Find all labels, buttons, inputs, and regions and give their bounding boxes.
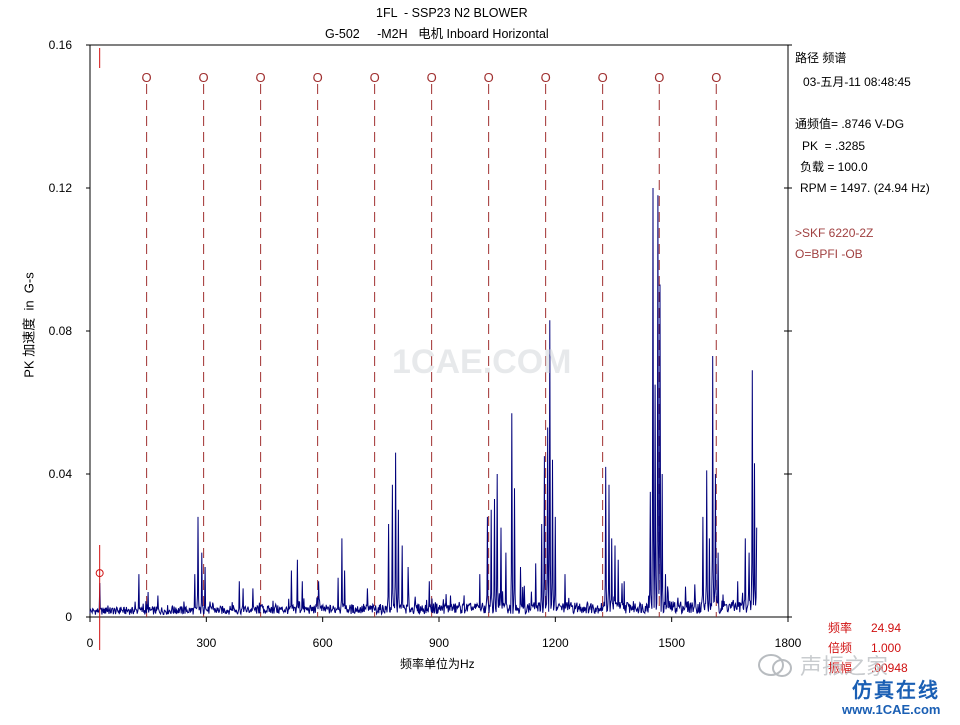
info-route: 路径 频谱 bbox=[795, 51, 847, 65]
cursor-marker bbox=[95, 48, 104, 650]
readout-freq-value: 24.94 bbox=[871, 621, 902, 635]
x-tick-label: 1800 bbox=[775, 636, 802, 650]
fault-frequency-marker: O bbox=[142, 70, 152, 85]
chart-title-line1: 1FL - SSP23 N2 BLOWER bbox=[376, 6, 528, 20]
y-tick-label: 0.08 bbox=[49, 324, 73, 338]
watermark-site: www.1CAE.com bbox=[842, 702, 941, 717]
y-tick-label: 0.12 bbox=[49, 181, 73, 195]
readout-order-value: 1.000 bbox=[871, 641, 902, 655]
x-tick-label: 1500 bbox=[658, 636, 685, 650]
y-tick-label: 0.16 bbox=[49, 38, 73, 52]
x-tick-label: 900 bbox=[429, 636, 449, 650]
readout-order-label: 倍频 bbox=[828, 641, 853, 655]
info-pk: PK = .3285 bbox=[802, 139, 866, 153]
y-axis-label: PK 加速度 in G-s bbox=[21, 272, 37, 378]
x-tick-label: 300 bbox=[196, 636, 216, 650]
fault-frequency-marker: O bbox=[654, 70, 664, 85]
watermark-center: 1CAE.COM bbox=[392, 343, 572, 381]
x-tick-label: 0 bbox=[87, 636, 94, 650]
fault-frequency-marker: O bbox=[598, 70, 608, 85]
chart-title-line2: G-502 -M2H 电机 Inboard Horizontal bbox=[325, 27, 549, 41]
fault-frequency-marker: O bbox=[313, 70, 323, 85]
y-tick-label: 0.04 bbox=[49, 467, 73, 481]
plot-frame bbox=[89, 44, 789, 618]
watermark-brand2: 仿真在线 bbox=[852, 680, 940, 702]
x-tick-label: 600 bbox=[313, 636, 333, 650]
watermark-brand1: 声振之家 bbox=[800, 654, 889, 679]
info-fault-legend: O=BPFI -OB bbox=[795, 247, 863, 261]
info-overall: 通频值= .8746 V-DG bbox=[795, 117, 905, 131]
info-load: 负载 = 100.0 bbox=[800, 160, 868, 174]
fault-frequency-marker: O bbox=[256, 70, 266, 85]
plot-axes bbox=[89, 44, 789, 618]
info-bearing: >SKF 6220-2Z bbox=[795, 226, 874, 240]
x-tick-label: 1200 bbox=[542, 636, 569, 650]
fault-frequency-marker: O bbox=[711, 70, 721, 85]
spectrum-series-line bbox=[89, 187, 758, 616]
readout-freq-label: 频率 bbox=[828, 621, 853, 635]
info-datetime: 03-五月-11 08:48:45 bbox=[803, 75, 911, 89]
y-tick-label: 0 bbox=[65, 610, 72, 624]
fault-frequency-marker: O bbox=[427, 70, 437, 85]
watermark-logo-icon bbox=[758, 652, 792, 678]
fault-frequency-marker: O bbox=[541, 70, 551, 85]
fault-frequency-marker: O bbox=[199, 70, 209, 85]
spectrum-chart-window: O O O O O O O O O O O 0 0.04 0.08 0.12 0.16 0 300 600 900 1… bbox=[0, 0, 960, 720]
fault-frequency-marker: O bbox=[370, 70, 380, 85]
info-rpm: RPM = 1497. (24.94 Hz) bbox=[800, 181, 930, 195]
fault-frequency-marker: O bbox=[484, 70, 494, 85]
x-axis-label: 频率单位为Hz bbox=[400, 657, 475, 671]
